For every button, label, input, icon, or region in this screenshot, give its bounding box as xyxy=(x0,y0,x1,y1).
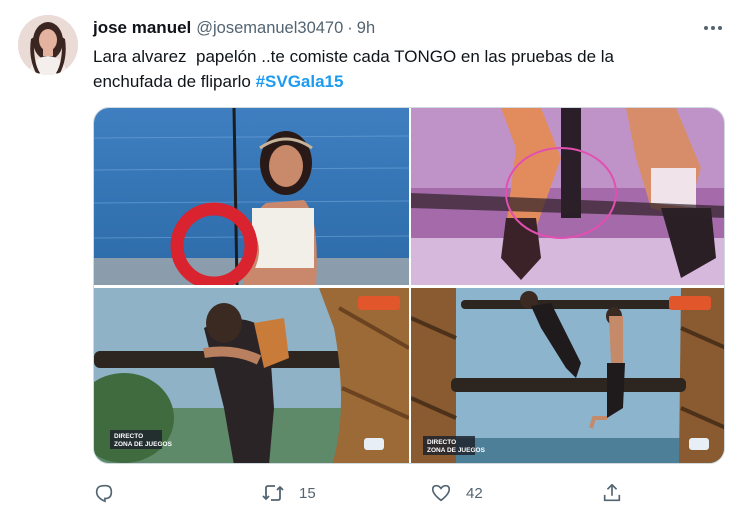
tweet-text: Lara alvarez papelón ..te comiste cada T… xyxy=(93,44,723,94)
media-photo-1[interactable] xyxy=(94,108,409,285)
author-name[interactable]: jose manuel xyxy=(93,18,191,38)
overlay-label-1-line-2: ZONA DE JUEGOS xyxy=(114,441,173,448)
overlay-label-2-line-2: ZONA DE JUEGOS xyxy=(427,447,486,454)
tweet[interactable]: jose manuel @josemanuel30470 · 9h Lara a… xyxy=(0,0,746,517)
tweet-text-line-2: enchufada de fliparlo #SVGala15 xyxy=(93,69,723,94)
header-separator: · xyxy=(347,18,353,37)
timestamp[interactable]: 9h xyxy=(357,19,375,38)
hashtag-link[interactable]: #SVGala15 xyxy=(256,72,344,91)
reply-icon xyxy=(93,482,115,504)
retweet-button[interactable]: 15 xyxy=(261,480,316,506)
retweet-count: 15 xyxy=(299,484,316,502)
reply-button[interactable] xyxy=(93,480,115,506)
share-icon xyxy=(601,482,623,504)
media-photo-4[interactable]: DIRECTO ZONA DE JUEGOS xyxy=(411,288,724,463)
media-grid: DIRECTO ZONA DE JUEGOS DIRECTO ZONA DE J… xyxy=(93,107,725,464)
tweet-text-line-2-body: enchufada de fliparlo xyxy=(93,72,256,91)
like-button[interactable]: 42 xyxy=(430,480,483,506)
tweet-text-line-1: Lara alvarez papelón ..te comiste cada T… xyxy=(93,47,614,66)
media-photo-3[interactable]: DIRECTO ZONA DE JUEGOS xyxy=(94,288,409,463)
avatar[interactable] xyxy=(18,15,78,75)
author-handle[interactable]: @josemanuel30470 xyxy=(196,19,343,38)
retweet-icon xyxy=(261,482,285,504)
media-photo-2[interactable] xyxy=(411,108,724,285)
overlay-label-1-line-1: DIRECTO xyxy=(114,433,143,440)
heart-icon xyxy=(430,482,452,504)
tweet-header: jose manuel @josemanuel30470 · 9h xyxy=(93,15,375,41)
action-bar: 15 42 xyxy=(93,480,633,506)
overlay-label-2-line-1: DIRECTO xyxy=(427,439,456,446)
share-button[interactable] xyxy=(601,480,623,506)
more-options-icon[interactable] xyxy=(700,17,726,39)
like-count: 42 xyxy=(466,484,483,502)
